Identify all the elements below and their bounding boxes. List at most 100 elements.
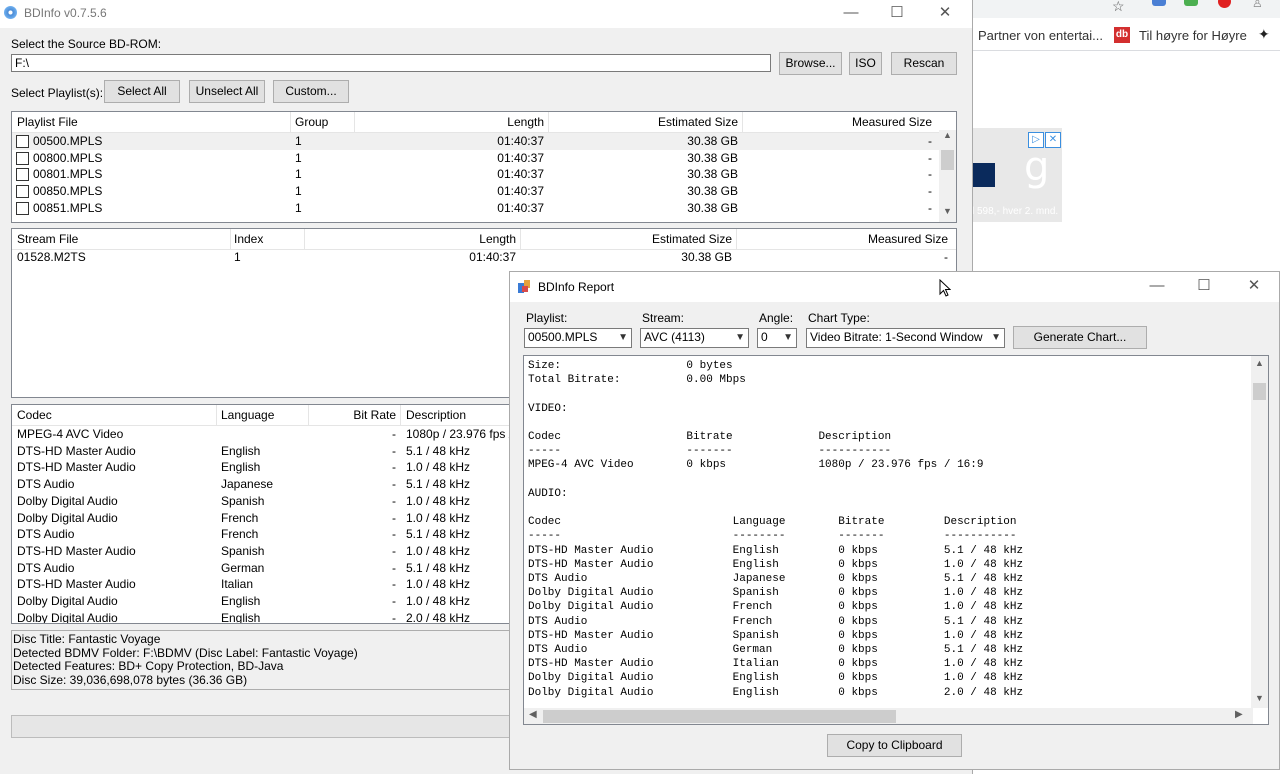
codec-list[interactable]: Codec Language Bit Rate Description MPEG… bbox=[11, 404, 511, 624]
star-icon[interactable]: ☆ bbox=[1112, 0, 1125, 15]
codec-language: Italian bbox=[221, 577, 254, 592]
extension-check-icon[interactable] bbox=[1184, 0, 1198, 6]
codec-language: English bbox=[221, 460, 261, 475]
ad-banner[interactable]: ▷ ✕ g l 598,- hver 2. mnd. bbox=[972, 128, 1062, 222]
report-text[interactable]: Size: 0 bytes Total Bitrate: 0.00 Mbps VID… bbox=[528, 359, 1023, 700]
scroll-left-icon[interactable]: ◀ bbox=[529, 709, 537, 720]
codec-row[interactable]: Dolby Digital Audio French -1.0 / 48 kHz bbox=[12, 510, 510, 527]
generate-chart-button[interactable]: Generate Chart... bbox=[1013, 326, 1147, 349]
codec-row[interactable]: DTS-HD Master Audio English -5.1 / 48 kHz bbox=[12, 443, 510, 460]
maximize-button[interactable]: ☐ bbox=[874, 0, 920, 28]
playlist-list[interactable]: Playlist File Group Length Estimated Siz… bbox=[11, 111, 957, 223]
report-hscrollbar[interactable]: ◀ ▶ bbox=[524, 708, 1253, 724]
playlist-row[interactable]: 00851.MPLS 1 01:40:37 30.38 GB - bbox=[12, 200, 956, 217]
col-stream-measured-size[interactable]: Measured Size bbox=[736, 232, 948, 246]
codec-name: DTS Audio bbox=[17, 477, 75, 492]
col-playlist-file[interactable]: Playlist File bbox=[17, 115, 78, 129]
scroll-down-icon[interactable]: ▼ bbox=[943, 206, 952, 216]
bookmark-til-hoyre[interactable]: Til høyre for Høyre bbox=[1139, 28, 1247, 43]
codec-row[interactable]: DTS-HD Master Audio Italian -1.0 / 48 kHz bbox=[12, 576, 510, 593]
playlist-row[interactable]: 00801.MPLS 1 01:40:37 30.38 GB - bbox=[12, 166, 956, 183]
codec-name: MPEG-4 AVC Video bbox=[17, 427, 124, 441]
playlist-group: 1 bbox=[295, 184, 302, 199]
close-button[interactable]: ✕ bbox=[922, 0, 968, 28]
col-stream-estimated-size[interactable]: Estimated Size bbox=[520, 232, 732, 246]
col-language[interactable]: Language bbox=[221, 408, 274, 422]
playlist-row[interactable]: 00800.MPLS 1 01:40:37 30.38 GB - bbox=[12, 150, 956, 167]
codec-row[interactable]: MPEG-4 AVC Video -1080p / 23.976 fps / 16 bbox=[12, 426, 510, 443]
playlist-row[interactable]: 00850.MPLS 1 01:40:37 30.38 GB - bbox=[12, 183, 956, 200]
browse-button[interactable]: Browse... bbox=[779, 52, 842, 75]
playlist-scrollbar[interactable]: ▲ ▼ bbox=[939, 130, 956, 222]
browser-toolbar: ☆ ♙ bbox=[972, 0, 1280, 18]
report-playlist-select[interactable]: 00500.MPLS ▼ bbox=[524, 328, 632, 348]
report-text-line: DTS Audio Japanese 0 kbps 5.1 / 48 kHz bbox=[528, 572, 1024, 585]
report-text-line: Total Bitrate: 0.00 Mbps bbox=[528, 374, 746, 387]
select-all-button[interactable]: Select All bbox=[104, 80, 180, 103]
scroll-up-icon[interactable]: ▲ bbox=[943, 130, 952, 140]
codec-row[interactable]: Dolby Digital Audio English -2.0 / 48 kHz bbox=[12, 610, 510, 623]
playlist-checkbox[interactable] bbox=[16, 185, 29, 199]
codec-row[interactable]: DTS-HD Master Audio Spanish -1.0 / 48 kHz bbox=[12, 543, 510, 560]
col-length[interactable]: Length bbox=[354, 115, 544, 129]
report-hscroll-thumb[interactable] bbox=[543, 710, 896, 723]
codec-row[interactable]: DTS Audio French -5.1 / 48 kHz bbox=[12, 526, 510, 543]
codec-language: English bbox=[221, 594, 261, 608]
scroll-right-icon[interactable]: ▶ bbox=[1235, 709, 1243, 720]
scroll-up-icon[interactable]: ▲ bbox=[1255, 358, 1264, 368]
col-bit-rate[interactable]: Bit Rate bbox=[308, 408, 396, 422]
opera-icon[interactable] bbox=[1218, 0, 1231, 8]
codec-row[interactable]: DTS-HD Master Audio English -1.0 / 48 kHz bbox=[12, 459, 510, 476]
col-index[interactable]: Index bbox=[234, 232, 263, 246]
report-vscrollbar[interactable]: ▲ ▼ bbox=[1251, 356, 1268, 708]
bookmark-bird-icon[interactable]: ✦ bbox=[1258, 26, 1270, 43]
report-stream-select[interactable]: AVC (4113) ▼ bbox=[640, 328, 749, 348]
col-estimated-size[interactable]: Estimated Size bbox=[548, 115, 738, 129]
iso-button[interactable]: ISO bbox=[849, 52, 882, 75]
stream-row[interactable]: 01528.M2TS 1 01:40:37 30.38 GB - bbox=[12, 249, 956, 266]
report-chart-type-select[interactable]: Video Bitrate: 1-Second Window ▼ bbox=[806, 328, 1005, 348]
chevron-down-icon: ▼ bbox=[783, 332, 793, 343]
disc-size: Disc Size: 39,036,698,078 bytes (36.36 G… bbox=[13, 672, 248, 687]
codec-row[interactable]: Dolby Digital Audio Spanish -1.0 / 48 kHz bbox=[12, 493, 510, 510]
report-vscroll-thumb[interactable] bbox=[1253, 383, 1266, 400]
codec-row[interactable]: Dolby Digital Audio English -1.0 / 48 kHz bbox=[12, 593, 510, 610]
progress-bar bbox=[11, 715, 511, 738]
unselect-all-button[interactable]: Unselect All bbox=[189, 80, 265, 103]
source-path-input[interactable]: F:\ bbox=[11, 54, 771, 72]
col-stream-file[interactable]: Stream File bbox=[17, 232, 78, 246]
report-text-area[interactable]: Size: 0 bytes Total Bitrate: 0.00 Mbps VID… bbox=[523, 355, 1269, 725]
playlist-checkbox[interactable] bbox=[16, 201, 29, 215]
report-stream-label: Stream: bbox=[642, 311, 685, 325]
col-group[interactable]: Group bbox=[295, 115, 328, 129]
codec-row[interactable]: DTS Audio German -5.1 / 48 kHz bbox=[12, 560, 510, 577]
playlist-file: 00500.MPLS bbox=[33, 134, 103, 148]
copy-to-clipboard-button[interactable]: Copy to Clipboard bbox=[827, 734, 962, 757]
extension-icon[interactable] bbox=[1152, 0, 1166, 6]
report-angle-select[interactable]: 0 ▼ bbox=[757, 328, 797, 348]
report-text-line: DTS-HD Master Audio English 0 kbps 1.0 /… bbox=[528, 558, 1024, 571]
codec-language: Spanish bbox=[221, 493, 265, 508]
scroll-thumb[interactable] bbox=[941, 150, 954, 170]
minimize-button[interactable]: — bbox=[828, 0, 874, 28]
report-minimize-button[interactable]: — bbox=[1134, 273, 1180, 301]
col-description[interactable]: Description bbox=[406, 408, 466, 422]
report-close-button[interactable]: ✕ bbox=[1231, 273, 1277, 301]
codec-language: French bbox=[221, 527, 259, 542]
scroll-down-icon[interactable]: ▼ bbox=[1255, 693, 1264, 703]
playlist-checkbox[interactable] bbox=[16, 168, 29, 182]
profile-icon[interactable]: ♙ bbox=[1252, 0, 1263, 10]
codec-row[interactable]: DTS Audio Japanese -5.1 / 48 kHz bbox=[12, 476, 510, 493]
custom-button[interactable]: Custom... bbox=[273, 80, 349, 103]
playlist-estimated-size: 30.38 GB bbox=[687, 134, 738, 148]
rescan-button[interactable]: Rescan bbox=[891, 52, 957, 75]
playlist-row[interactable]: 00500.MPLS 1 01:40:37 30.38 GB - bbox=[12, 133, 956, 150]
report-maximize-button[interactable]: ☐ bbox=[1181, 273, 1227, 301]
col-stream-length[interactable]: Length bbox=[304, 232, 516, 246]
col-measured-size[interactable]: Measured Size bbox=[742, 115, 932, 129]
col-codec[interactable]: Codec bbox=[17, 408, 52, 422]
report-chart-type-label: Chart Type: bbox=[808, 311, 870, 325]
playlist-checkbox[interactable] bbox=[16, 151, 29, 165]
playlist-checkbox[interactable] bbox=[16, 135, 29, 148]
bookmark-partner[interactable]: Partner von entertai... bbox=[978, 28, 1103, 43]
